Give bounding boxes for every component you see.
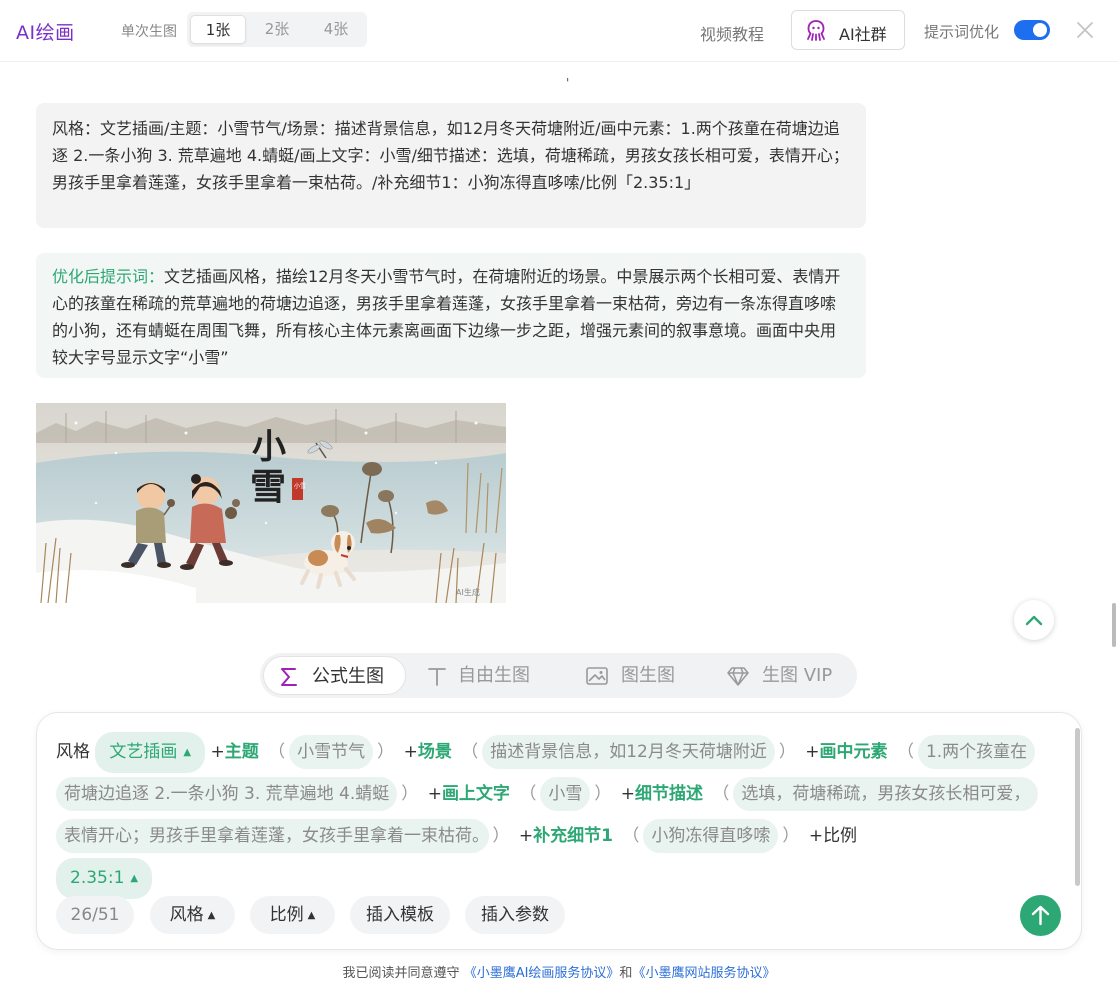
tab-formula[interactable]: 公式生图 bbox=[263, 656, 406, 695]
caret-up-icon: ▲ bbox=[183, 747, 192, 758]
video-tutorial-link[interactable]: 视频教程 bbox=[700, 21, 764, 45]
insert-param-button[interactable]: 插入参数 bbox=[465, 896, 565, 934]
plus-sign: + bbox=[518, 826, 534, 846]
scroll-to-top-button[interactable] bbox=[1014, 600, 1054, 640]
image-title-char-1: 小 bbox=[252, 427, 286, 467]
count-option-4[interactable]: 4张 bbox=[308, 15, 364, 44]
page-scrollbar[interactable] bbox=[1112, 603, 1116, 647]
generation-mode-tabs: 公式生图 自由生图 图生图 生图 VIP bbox=[260, 653, 857, 698]
image-count-selector: 1张 2张 4张 bbox=[187, 12, 367, 47]
caret-up-icon: ▲ bbox=[130, 873, 139, 884]
image-icon bbox=[586, 667, 608, 685]
tab-image-to-image-label: 图生图 bbox=[621, 665, 675, 686]
plus-sign: + bbox=[808, 826, 824, 846]
octopus-icon bbox=[807, 20, 825, 41]
stray-dot: ' bbox=[566, 76, 570, 90]
site-agreement-link[interactable]: 《小墨鹰网站服务协议》 bbox=[632, 966, 775, 981]
app-header: AI绘画 单次生图 1张 2张 4张 视频教程 AI社群 提示词优化 bbox=[0, 0, 1118, 62]
optimized-prompt-bubble: 优化后提示词：文艺插画风格，描绘12月冬天小雪节气时，在荷塘附近的场景。中景展示… bbox=[36, 253, 866, 378]
extra-key: 补充细节1 bbox=[533, 826, 613, 846]
caret-up-icon: ▲ bbox=[207, 910, 216, 921]
composer-scrollbar[interactable] bbox=[1075, 728, 1080, 886]
count-option-2[interactable]: 2张 bbox=[249, 15, 305, 44]
scene-value[interactable]: 描述背景信息，如12月冬天荷塘附近 bbox=[482, 735, 775, 769]
lparen: （ bbox=[622, 826, 640, 846]
optimized-prompt-prefix: 优化后提示词： bbox=[52, 267, 165, 286]
ai-community-button[interactable]: AI社群 bbox=[791, 10, 905, 50]
rparen: ） bbox=[782, 826, 800, 846]
agreement-note: 我已阅读并同意遵守 《小墨鹰AI绘画服务协议》和《小墨鹰网站服务协议》 bbox=[0, 962, 1118, 981]
theme-value[interactable]: 小雪节气 bbox=[289, 735, 374, 769]
lparen: （ bbox=[461, 742, 479, 762]
optimized-prompt-text: 文艺插画风格，描绘12月冬天小雪节气时，在荷塘附近的场景。中景展示两个长相可爱、… bbox=[52, 267, 841, 367]
arrow-up-icon bbox=[1031, 905, 1050, 926]
style-chip-button[interactable]: 风格 ▲ bbox=[150, 896, 235, 934]
image-watermark: AI生成 bbox=[456, 587, 480, 597]
agreement-prefix: 我已阅读并同意遵守 bbox=[342, 966, 460, 981]
style-chip-label: 风格 bbox=[169, 905, 204, 925]
tab-free[interactable]: 自由生图 bbox=[424, 656, 554, 695]
lparen: （ bbox=[268, 742, 286, 762]
count-option-1[interactable]: 1张 bbox=[190, 15, 246, 44]
tab-vip[interactable]: 生图 VIP bbox=[726, 656, 851, 695]
rparen: ） bbox=[594, 784, 612, 804]
extra-value[interactable]: 小狗冻得直哆嗦 bbox=[643, 819, 779, 853]
tab-image-to-image[interactable]: 图生图 bbox=[585, 656, 695, 695]
detail-key: 细节描述 bbox=[635, 784, 703, 804]
send-button[interactable] bbox=[1020, 895, 1061, 936]
tab-formula-label: 公式生图 bbox=[312, 666, 384, 687]
image-count-label: 单次生图 bbox=[121, 24, 177, 40]
image-seal-text: 小雪 bbox=[294, 482, 306, 490]
user-prompt-text: 风格：文艺插画/主题：小雪节气/场景：描述背景信息，如12月冬天荷塘附近/画中元… bbox=[52, 119, 849, 192]
text-key: 画上文字 bbox=[441, 784, 510, 804]
rparen: ） bbox=[401, 784, 419, 804]
rparen: ） bbox=[492, 826, 510, 846]
lparen: （ bbox=[519, 784, 537, 804]
ratio-select[interactable]: 2.35:1 ▲ bbox=[56, 858, 153, 899]
plus-sign: + bbox=[620, 784, 635, 804]
scene-key: 场景 bbox=[417, 742, 452, 762]
theme-key: 主题 bbox=[224, 742, 259, 762]
plus-sign: + bbox=[403, 742, 418, 762]
sigma-icon bbox=[281, 668, 297, 686]
rparen: ） bbox=[778, 742, 796, 762]
brand-logo: AI绘画 bbox=[16, 22, 75, 44]
agreement-and: 和 bbox=[619, 966, 633, 981]
ratio-chip-label: 比例 bbox=[269, 905, 304, 925]
tab-vip-label: 生图 VIP bbox=[762, 665, 833, 686]
ai-drawing-agreement-link[interactable]: 《小墨鹰AI绘画服务协议》 bbox=[464, 966, 620, 981]
plus-sign: + bbox=[210, 742, 225, 762]
formula-editor[interactable]: 风格 文艺插画 ▲ +主题 （小雪节气） +场景 （描述背景信息，如12月冬天荷塘… bbox=[56, 731, 1041, 899]
elements-key: 画中元素 bbox=[819, 742, 888, 762]
chevron-up-icon bbox=[1025, 615, 1043, 626]
lparen: （ bbox=[896, 742, 914, 762]
prompt-optimize-label: 提示词优化 bbox=[924, 23, 1000, 41]
toggle-knob bbox=[1033, 23, 1047, 37]
ratio-label: 比例 bbox=[823, 826, 858, 846]
close-icon[interactable] bbox=[1074, 19, 1096, 41]
plus-sign: + bbox=[427, 784, 442, 804]
plus-sign: + bbox=[805, 742, 820, 762]
lparen: （ bbox=[712, 784, 730, 804]
caret-up-icon: ▲ bbox=[307, 910, 316, 921]
ratio-select-value: 2.35:1 bbox=[70, 868, 125, 888]
char-counter: 26/51 bbox=[56, 896, 134, 934]
insert-template-button[interactable]: 插入模板 bbox=[350, 896, 450, 934]
diamond-icon bbox=[727, 667, 749, 686]
generated-image[interactable]: 小 雪 小雪 AI生成 bbox=[36, 403, 506, 603]
style-label: 风格 bbox=[56, 742, 90, 762]
text-t-icon bbox=[428, 668, 446, 686]
rparen: ） bbox=[377, 742, 395, 762]
text-value[interactable]: 小雪 bbox=[540, 777, 591, 811]
ratio-chip-button[interactable]: 比例 ▲ bbox=[250, 896, 335, 934]
style-select[interactable]: 文艺插画 ▲ bbox=[95, 732, 206, 773]
style-select-value: 文艺插画 bbox=[109, 742, 178, 762]
image-title-char-2: 雪 bbox=[250, 466, 286, 508]
tab-free-label: 自由生图 bbox=[458, 665, 530, 686]
ai-community-label: AI社群 bbox=[839, 25, 887, 44]
prompt-optimize-toggle[interactable] bbox=[1014, 20, 1050, 40]
user-prompt-bubble: 风格：文艺插画/主题：小雪节气/场景：描述背景信息，如12月冬天荷塘附近/画中元… bbox=[36, 103, 866, 228]
